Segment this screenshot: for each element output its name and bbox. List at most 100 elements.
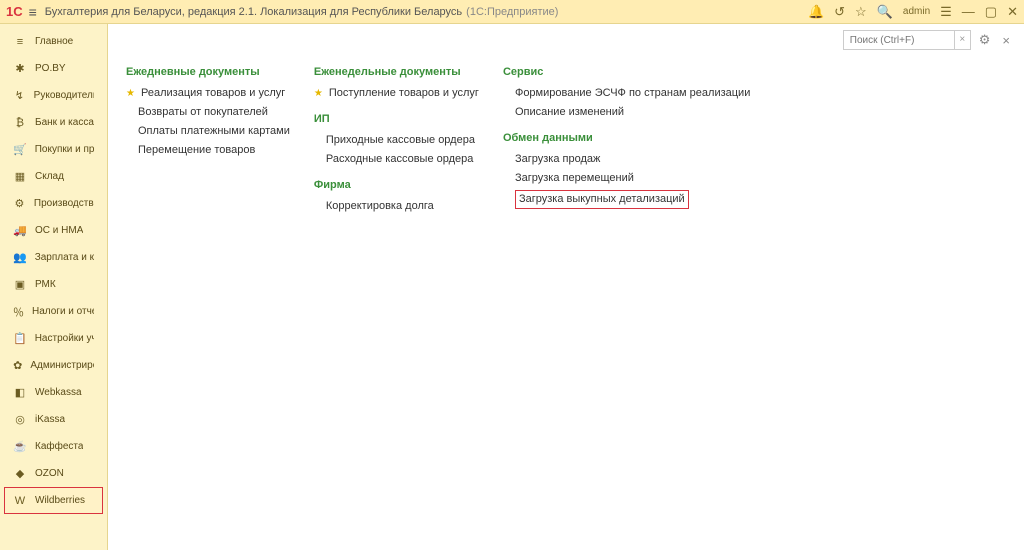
link-row: Описание изменений <box>503 103 750 122</box>
sidebar-item-wildberries[interactable]: WWildberries <box>4 487 103 514</box>
sidebar-icon: 🚚 <box>13 224 27 237</box>
link-row: Поступление товаров и услуг <box>314 84 479 103</box>
sidebar-icon: ↯ <box>13 89 26 102</box>
sidebar-item-label: PO.BY <box>35 63 66 74</box>
content-area: × ⚙ × Ежедневные документы Реализация тов… <box>108 24 1024 550</box>
minimize-icon[interactable]: — <box>962 4 975 19</box>
sidebar-item-зарплата-и-кадры[interactable]: 👥 Зарплата и кадры <box>4 244 103 271</box>
nav-link[interactable]: Описание изменений <box>515 105 624 120</box>
sidebar-icon: ▣ <box>13 278 27 291</box>
gear-icon[interactable]: ⚙ <box>975 32 995 48</box>
link-row: Формирование ЭСЧФ по странам реализации <box>503 84 750 103</box>
sidebar-icon: ⚙ <box>13 197 26 210</box>
sidebar-item-настройки-учета[interactable]: 📋 Настройки учета <box>4 325 103 352</box>
sidebar-item-label: Wildberries <box>35 495 85 506</box>
sidebar-icon: 📋 <box>13 332 27 345</box>
sidebar-item-ozon[interactable]: ◆OZON <box>4 460 103 487</box>
star-icon[interactable]: ☆ <box>855 4 867 20</box>
sidebar-icon: ％ <box>13 304 24 320</box>
search-box: × <box>843 30 971 50</box>
sidebar-item-покупки-и-продажи[interactable]: 🛒Покупки и продажи <box>4 136 103 163</box>
nav-link[interactable]: Реализация товаров и услуг <box>141 86 285 101</box>
link-row: Оплаты платежными картами <box>126 122 290 141</box>
sidebar-item-po.by[interactable]: ✱ PO.BY <box>4 55 103 82</box>
sidebar-icon: ◎ <box>13 413 27 426</box>
sidebar-item-рмк[interactable]: ▣РМК <box>4 271 103 298</box>
search-clear-icon[interactable]: × <box>954 31 970 49</box>
link-row: Загрузка продаж <box>503 150 750 169</box>
sidebar-item-webkassa[interactable]: ◧Webkassa <box>4 379 103 406</box>
nav-link[interactable]: Формирование ЭСЧФ по странам реализации <box>515 86 750 101</box>
sidebar-item-label: Руководителю <box>34 90 94 101</box>
link-row: Загрузка перемещений <box>503 169 750 188</box>
sidebar-item-label: ОС и НМА <box>35 225 83 236</box>
settings-icon[interactable]: ☰ <box>940 4 952 20</box>
history-icon[interactable]: ↺ <box>834 4 845 20</box>
content-column: СервисФормирование ЭСЧФ по странам реали… <box>503 66 750 216</box>
sidebar-item-label: Главное <box>35 36 73 47</box>
sidebar-item-ос-и-нма[interactable]: 🚚 ОС и НМА <box>4 217 103 244</box>
nav-link[interactable]: Загрузка перемещений <box>515 171 634 186</box>
sidebar-item-производство[interactable]: ⚙ Производство <box>4 190 103 217</box>
sidebar-item-label: Банк и касса <box>35 117 94 128</box>
nav-link[interactable]: Оплаты платежными картами <box>138 124 290 139</box>
app-title: Бухгалтерия для Беларуси, редакция 2.1. … <box>45 6 462 18</box>
sidebar-item-главное[interactable]: ≡ Главное <box>4 28 103 55</box>
sidebar-item-label: Производство <box>34 198 94 209</box>
link-row: Перемещение товаров <box>126 141 290 160</box>
nav-link[interactable]: Приходные кассовые ордера <box>326 133 475 148</box>
sidebar-item-руководителю[interactable]: ↯ Руководителю <box>4 82 103 109</box>
sidebar-item-каффеста[interactable]: ☕Каффеста <box>4 433 103 460</box>
link-row: Корректировка долга <box>314 197 479 216</box>
maximize-icon[interactable]: ▢ <box>985 4 997 20</box>
nav-link[interactable]: Перемещение товаров <box>138 143 255 158</box>
content-column: Еженедельные документы Поступление товаро… <box>314 66 479 216</box>
sidebar-item-label: Настройки учета <box>35 333 94 344</box>
link-row: Реализация товаров и услуг <box>126 84 290 103</box>
nav-link[interactable]: Загрузка продаж <box>515 152 600 167</box>
sidebar-icon: 👥 <box>13 251 27 264</box>
section-heading: Ежедневные документы <box>126 66 290 78</box>
sidebar-item-label: Зарплата и кадры <box>35 252 94 263</box>
nav-link[interactable]: Поступление товаров и услуг <box>329 86 479 101</box>
sidebar-item-банк-и-касса[interactable]: ₿Банк и касса <box>4 109 103 136</box>
system-icons: 🔔 ↺ ☆ 🔍 admin ☰ — ▢ ✕ <box>808 4 1018 20</box>
nav-link[interactable]: Загрузка выкупных детализаций <box>515 190 689 209</box>
sidebar-item-label: Покупки и продажи <box>35 144 94 155</box>
close-icon[interactable]: ✕ <box>1007 4 1018 20</box>
content-toolbar: × ⚙ × <box>843 30 1014 50</box>
sidebar-item-label: Webkassa <box>35 387 82 398</box>
sidebar: ≡ Главное ✱ PO.BY ↯ Руководителю ₿Банк и касса… <box>0 24 108 550</box>
sidebar-item-ikassa[interactable]: ◎iKassa <box>4 406 103 433</box>
panel-close-icon[interactable]: × <box>998 33 1014 48</box>
nav-link[interactable]: Корректировка долга <box>326 199 434 214</box>
sidebar-icon: ≡ <box>13 36 27 48</box>
sidebar-icon: ✱ <box>13 62 27 75</box>
bell-icon[interactable]: 🔔 <box>808 4 824 20</box>
sidebar-item-склад[interactable]: ▦ Склад <box>4 163 103 190</box>
app-logo: 1С <box>6 4 23 19</box>
link-row: Расходные кассовые ордера <box>314 150 479 169</box>
menu-icon[interactable]: ≡ <box>29 4 37 20</box>
link-row: Приходные кассовые ордера <box>314 131 479 150</box>
sidebar-item-label: Администрирование <box>30 360 94 371</box>
nav-link[interactable]: Возвраты от покупателей <box>138 105 268 120</box>
sidebar-icon: ✿ <box>13 359 22 372</box>
search-icon[interactable]: 🔍 <box>877 4 893 20</box>
section-heading: ИП <box>314 113 479 125</box>
nav-link[interactable]: Расходные кассовые ордера <box>326 152 474 167</box>
sidebar-icon: ▦ <box>13 170 27 183</box>
section-heading: Еженедельные документы <box>314 66 479 78</box>
user-name[interactable]: admin <box>903 6 930 17</box>
search-input[interactable] <box>844 31 954 49</box>
sidebar-item-label: Склад <box>35 171 64 182</box>
section-heading: Обмен данными <box>503 132 750 144</box>
sidebar-item-налоги-и-отчетность[interactable]: ％ Налоги и отчетность <box>4 298 103 325</box>
titlebar: 1С ≡ Бухгалтерия для Беларуси, редакция … <box>0 0 1024 24</box>
section-heading: Фирма <box>314 179 479 191</box>
sidebar-item-label: Налоги и отчетность <box>32 306 94 317</box>
sidebar-icon: ◆ <box>13 467 27 480</box>
sidebar-item-администрирование[interactable]: ✿ Администрирование <box>4 352 103 379</box>
content-columns: Ежедневные документы Реализация товаров и… <box>126 66 1006 216</box>
link-row: Возвраты от покупателей <box>126 103 290 122</box>
